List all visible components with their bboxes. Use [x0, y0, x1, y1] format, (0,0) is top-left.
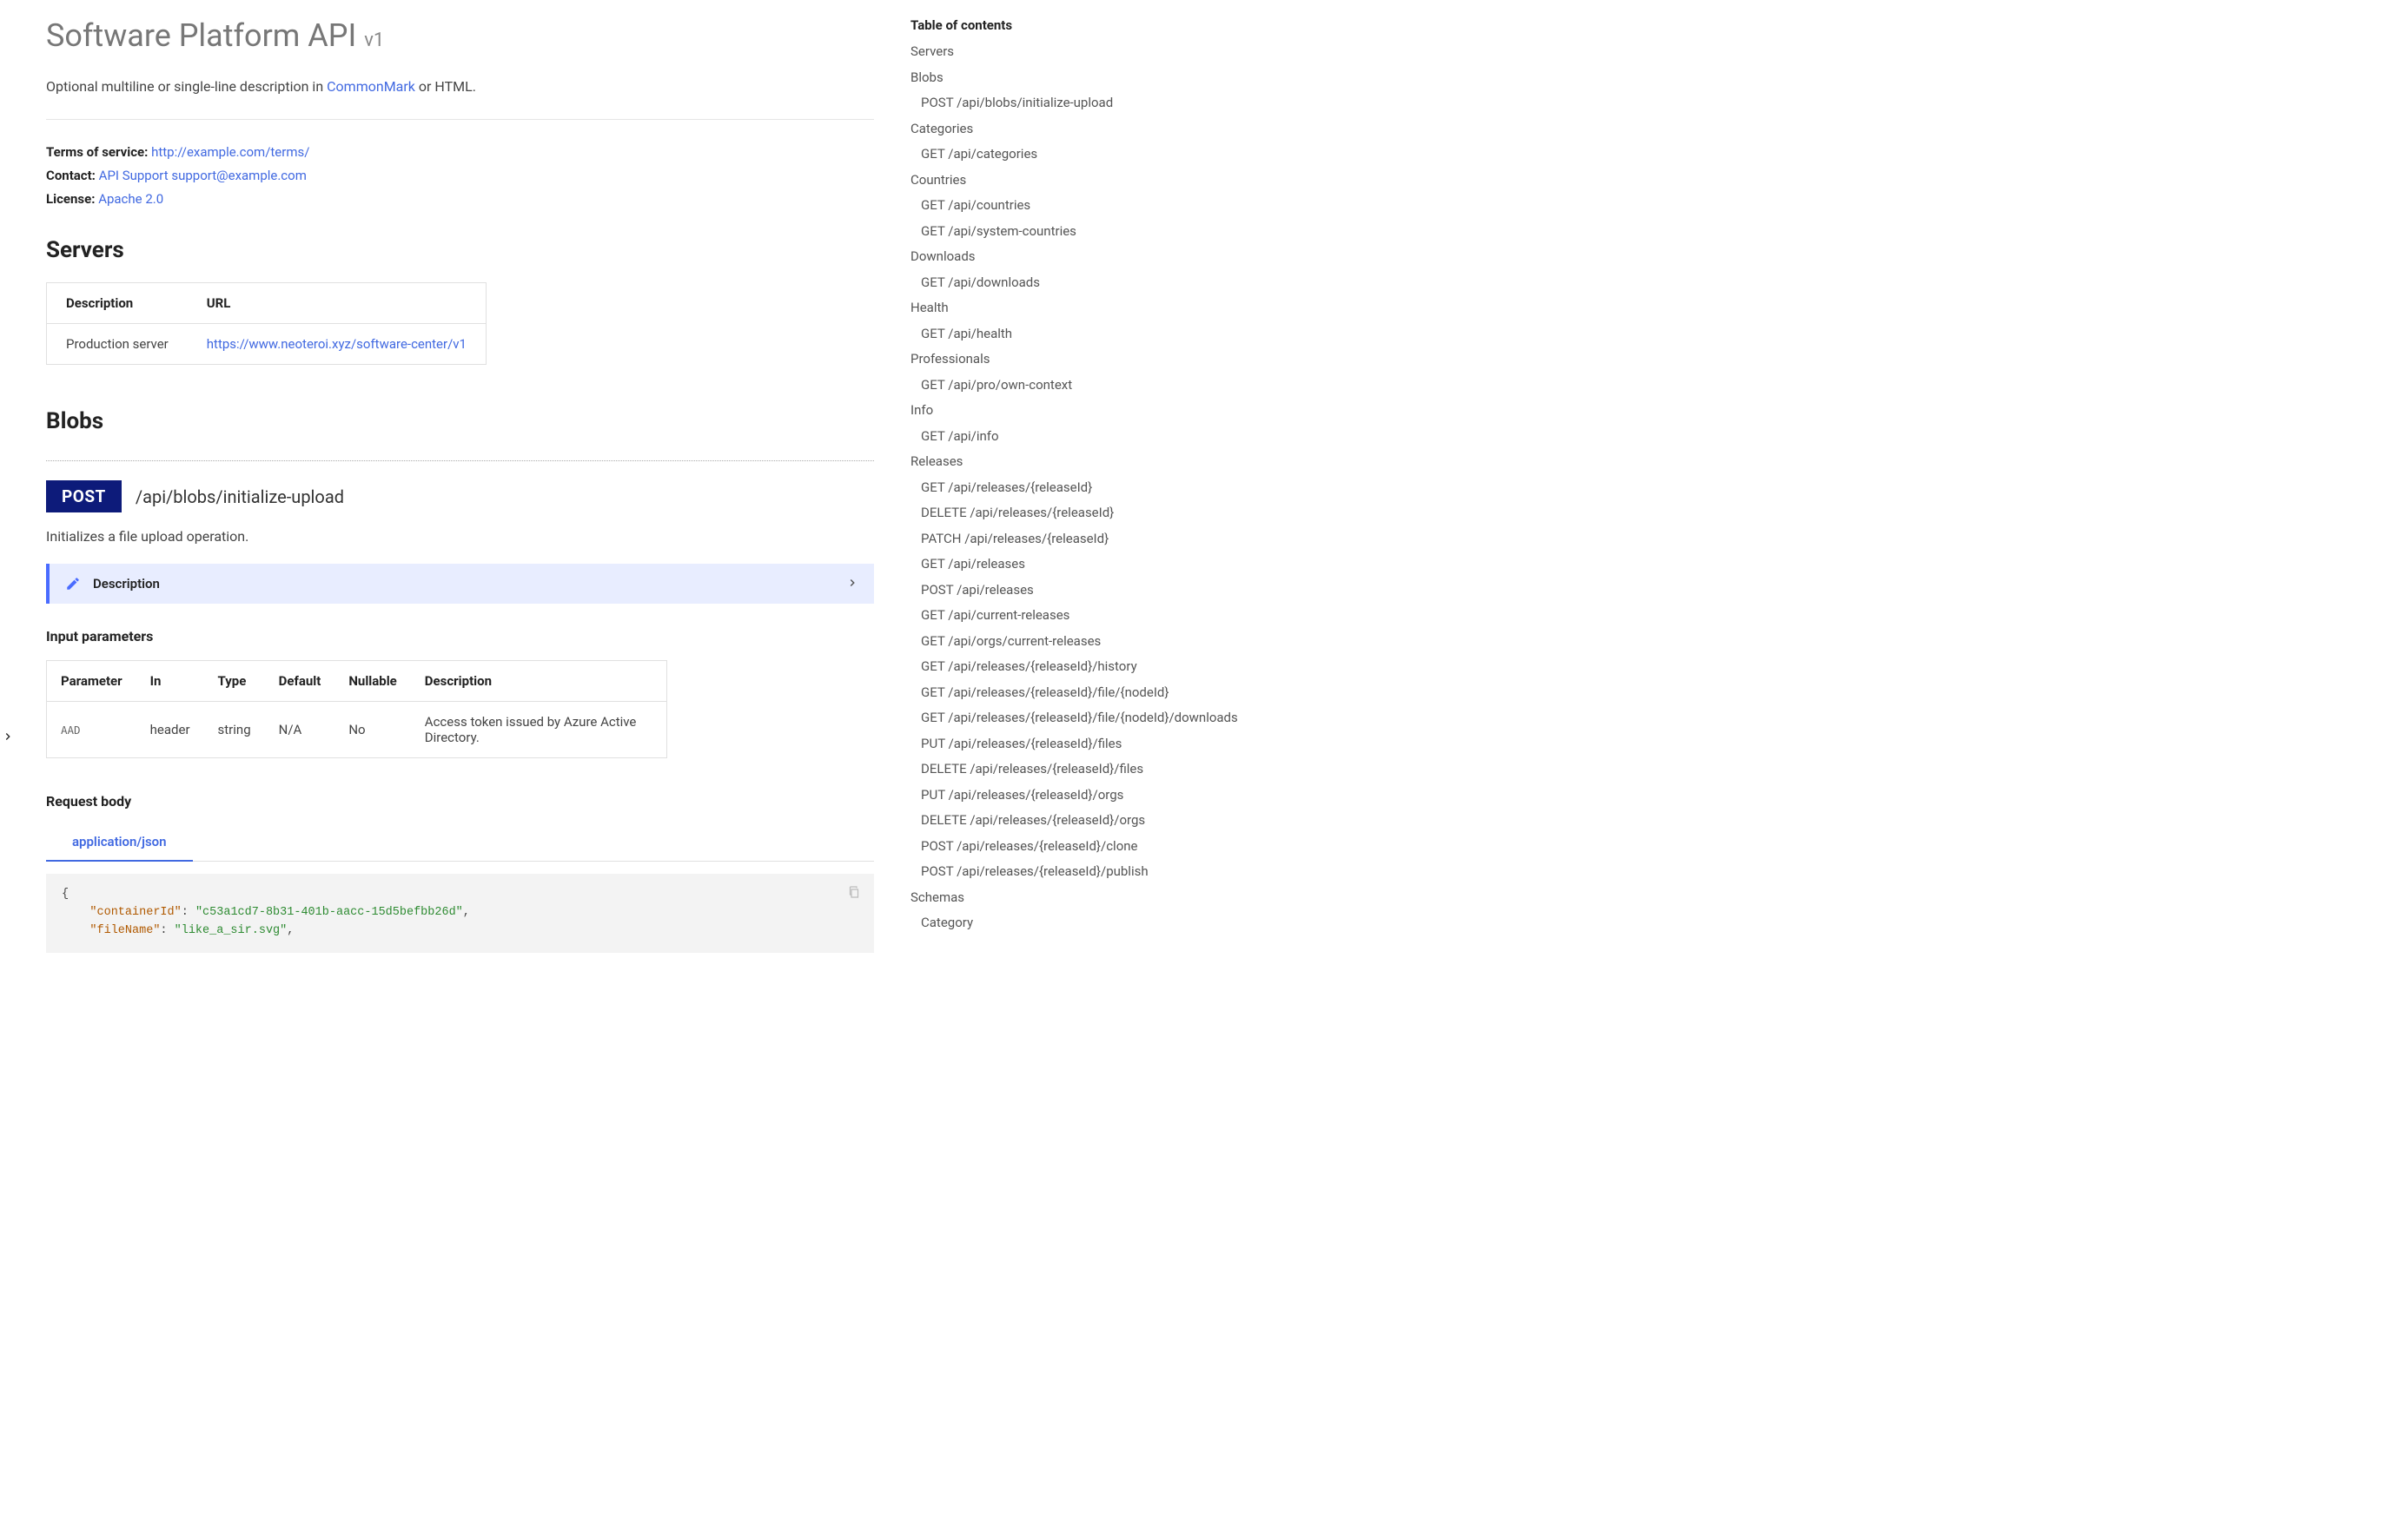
toc-item[interactable]: GET /api/health	[910, 321, 1171, 347]
tab-application-json[interactable]: application/json	[46, 825, 193, 862]
toc-item[interactable]: Categories	[910, 116, 1171, 142]
main-content: Software Platform API v1 Optional multil…	[16, 0, 902, 953]
license-link[interactable]: Apache 2.0	[98, 191, 163, 207]
api-description: Optional multiline or single-line descri…	[46, 78, 874, 95]
param-col-in: In	[136, 661, 204, 702]
toc-item[interactable]: GET /api/pro/own-context	[910, 372, 1171, 398]
terms-label: Terms of service:	[46, 144, 148, 160]
divider	[46, 119, 874, 120]
chevron-right-icon	[846, 576, 858, 592]
toc-item[interactable]: GET /api/info	[910, 423, 1171, 449]
param-col-name: Parameter	[47, 661, 136, 702]
toc-item[interactable]: GET /api/current-releases	[910, 603, 1171, 629]
api-title: Software Platform API	[46, 17, 356, 54]
toc-item[interactable]: Countries	[910, 167, 1171, 193]
toc-item[interactable]: Health	[910, 295, 1171, 321]
toc-item[interactable]: GET /api/categories	[910, 142, 1171, 168]
toc-item[interactable]: GET /api/releases/{releaseId}/file/{node…	[910, 679, 1171, 705]
api-meta: Terms of service: http://example.com/ter…	[46, 141, 874, 211]
toc-item[interactable]: PATCH /api/releases/{releaseId}	[910, 525, 1171, 552]
toc-item[interactable]: GET /api/countries	[910, 193, 1171, 219]
toc-item[interactable]: GET /api/system-countries	[910, 218, 1171, 244]
pencil-icon	[65, 576, 81, 592]
endpoint-path: /api/blobs/initialize-upload	[136, 486, 344, 507]
content-type-tabs: application/json	[46, 825, 874, 862]
toc-item[interactable]: Category	[910, 910, 1171, 936]
toc-item[interactable]: POST /api/releases	[910, 577, 1171, 603]
param-default: N/A	[265, 702, 335, 758]
blobs-heading: Blobs	[46, 408, 874, 461]
sidebar-expand-handle[interactable]	[0, 0, 16, 953]
toc-item[interactable]: DELETE /api/releases/{releaseId}/orgs	[910, 808, 1171, 834]
servers-table: Description URL Production server https:…	[46, 282, 487, 365]
terms-link[interactable]: http://example.com/terms/	[151, 144, 309, 160]
endpoint-header: POST /api/blobs/initialize-upload	[46, 480, 874, 512]
toc-item[interactable]: GET /api/releases	[910, 552, 1171, 578]
toc-item[interactable]: Info	[910, 398, 1171, 424]
copy-icon[interactable]	[846, 884, 862, 908]
table-of-contents: Table of contents ServersBlobsPOST /api/…	[902, 0, 1180, 953]
request-body-heading: Request body	[46, 793, 874, 810]
servers-heading: Servers	[46, 237, 874, 263]
param-col-default: Default	[265, 661, 335, 702]
toc-item[interactable]: POST /api/releases/{releaseId}/clone	[910, 833, 1171, 859]
toc-item[interactable]: Schemas	[910, 884, 1171, 910]
toc-item[interactable]: GET /api/releases/{releaseId}	[910, 474, 1171, 500]
param-desc: Access token issued by Azure Active Dire…	[411, 702, 666, 758]
toc-item[interactable]: PUT /api/releases/{releaseId}/orgs	[910, 782, 1171, 808]
license-label: License:	[46, 191, 95, 207]
input-params-heading: Input parameters	[46, 628, 874, 644]
param-col-desc: Description	[411, 661, 666, 702]
page-title: Software Platform API v1	[46, 17, 874, 54]
toc-item[interactable]: GET /api/orgs/current-releases	[910, 628, 1171, 654]
toc-item[interactable]: POST /api/blobs/initialize-upload	[910, 90, 1171, 116]
param-type: string	[204, 702, 265, 758]
commonmark-link[interactable]: CommonMark	[327, 78, 415, 95]
request-body-code: { "containerId": "c53a1cd7-8b31-401b-aac…	[46, 874, 874, 953]
param-in: header	[136, 702, 204, 758]
toc-item[interactable]: Professionals	[910, 347, 1171, 373]
toc-item[interactable]: GET /api/downloads	[910, 269, 1171, 295]
toc-item[interactable]: GET /api/releases/{releaseId}/history	[910, 654, 1171, 680]
api-version: v1	[364, 30, 384, 51]
description-expandable[interactable]: Description	[46, 564, 874, 604]
servers-col-desc: Description	[47, 283, 188, 324]
contact-name-link[interactable]: API Support	[99, 168, 169, 183]
param-col-type: Type	[204, 661, 265, 702]
toc-item[interactable]: DELETE /api/releases/{releaseId}	[910, 500, 1171, 526]
param-name: AAD	[47, 702, 136, 758]
chevron-right-icon	[2, 730, 14, 743]
param-col-nullable: Nullable	[334, 661, 410, 702]
toc-item[interactable]: Servers	[910, 39, 1171, 65]
toc-item[interactable]: DELETE /api/releases/{releaseId}/files	[910, 757, 1171, 783]
contact-email-link[interactable]: support@example.com	[171, 168, 307, 183]
params-table: Parameter In Type Default Nullable Descr…	[46, 660, 667, 758]
param-nullable: No	[334, 702, 410, 758]
toc-item[interactable]: PUT /api/releases/{releaseId}/files	[910, 730, 1171, 757]
endpoint-summary: Initializes a file upload operation.	[46, 528, 874, 545]
toc-title: Table of contents	[910, 16, 1171, 36]
toc-item[interactable]: POST /api/releases/{releaseId}/publish	[910, 859, 1171, 885]
server-url-link[interactable]: https://www.neoteroi.xyz/software-center…	[207, 336, 467, 352]
servers-col-url: URL	[188, 283, 487, 324]
param-row: AAD header string N/A No Access token is…	[47, 702, 667, 758]
server-desc: Production server	[47, 324, 188, 365]
contact-label: Contact:	[46, 168, 96, 183]
toc-item[interactable]: GET /api/releases/{releaseId}/file/{node…	[910, 705, 1171, 731]
server-row: Production server https://www.neoteroi.x…	[47, 324, 487, 365]
method-badge-post: POST	[46, 480, 122, 512]
description-bar-label: Description	[93, 576, 160, 592]
toc-item[interactable]: Releases	[910, 449, 1171, 475]
toc-item[interactable]: Downloads	[910, 244, 1171, 270]
toc-item[interactable]: Blobs	[910, 64, 1171, 90]
